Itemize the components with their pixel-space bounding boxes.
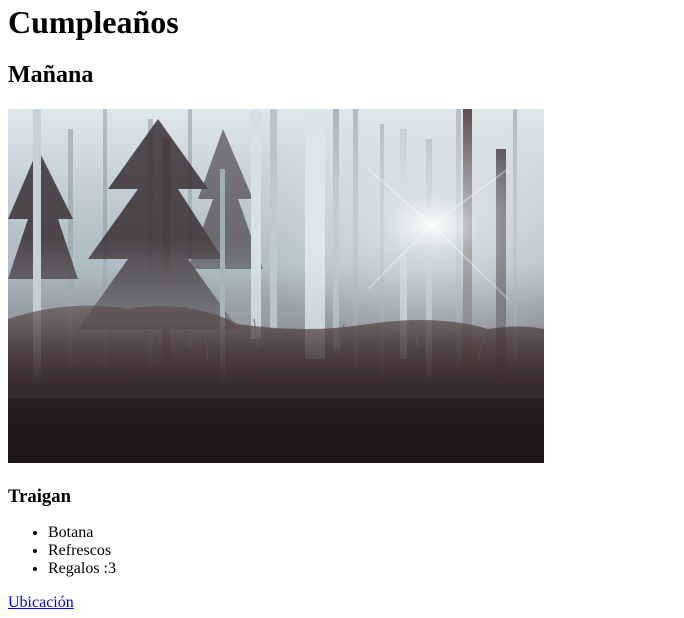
bring-heading: Traigan [8, 486, 71, 507]
location-link[interactable]: Ubicación [8, 594, 74, 611]
list-item: Botana [48, 524, 676, 542]
list-item: Refrescos [48, 542, 676, 560]
forest-image [8, 109, 544, 463]
page-title: Cumpleaños [8, 4, 179, 40]
list-item: Regalos :3 [48, 560, 676, 578]
bring-list: Botana Refrescos Regalos :3 [8, 524, 676, 578]
location-row: Ubicación [8, 594, 676, 612]
page-content: Cumpleaños Mañana Traigan • Botana • Ref… [8, 0, 676, 612]
page-subtitle: Mañana [8, 62, 94, 88]
